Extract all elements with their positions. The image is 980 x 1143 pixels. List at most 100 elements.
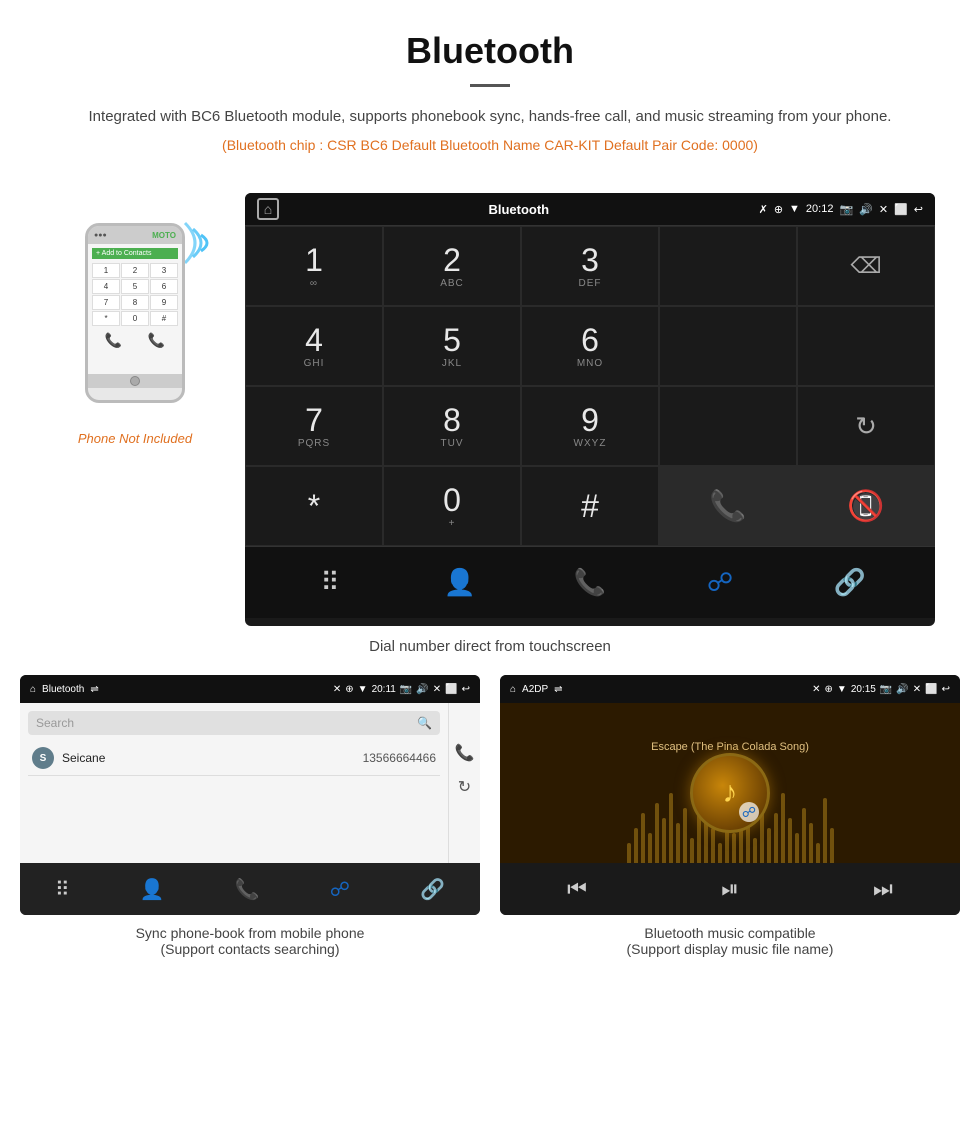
page-title: Bluetooth [60,30,920,72]
pb-usb-icon: ⇌ [90,684,98,695]
dial-key-0[interactable]: 0 + [383,466,521,546]
music-content: Escape (The Pina Colada Song) ♪ ☍ [500,703,960,863]
dial-key-empty-2 [659,306,797,386]
dial-key-2[interactable]: 2 ABC [383,226,521,306]
dial-key-3[interactable]: 3 DEF [521,226,659,306]
pb-dialpad-icon[interactable]: ⠿ [55,877,70,902]
dial-key-9[interactable]: 9 WXYZ [521,386,659,466]
bluetooth-icon[interactable]: ☍ [695,558,745,608]
bluetooth-badge-icon: ☍ [739,802,759,822]
dial-key-1[interactable]: 1 ∞ [245,226,383,306]
song-title: Escape (The Pina Colada Song) [651,741,809,753]
phone-top-bar: ●●● MOTO [88,226,182,244]
phone-key: 7 [92,295,120,310]
phone-key: * [92,311,120,326]
phonebook-panel: ⌂ Bluetooth ⇌ ✕ ⊕ ▼ 20:11 📷 🔊 ✕ ⬜ ↩ [20,675,480,957]
dial-key-empty-3 [797,306,935,386]
redial-button[interactable]: ↻ [797,386,935,466]
phone-key: 2 [121,263,149,278]
pb-search-bar[interactable]: Search 🔍 [28,711,440,735]
backspace-button[interactable]: ⌫ [797,226,935,306]
music-panel: ⌂ A2DP ⇌ ✕ ⊕ ▼ 20:15 📷 🔊 ✕ ⬜ ↩ [500,675,960,957]
link-icon[interactable]: 🔗 [825,558,875,608]
contact-row[interactable]: S Seicane 13566664466 [28,741,440,776]
status-bar: Bluetooth ✗ ⊕ ▼ 20:12 📷 🔊 ✕ ⬜ ↩ [245,193,935,225]
dial-screen: Bluetooth ✗ ⊕ ▼ 20:12 📷 🔊 ✕ ⬜ ↩ 1 ∞ 2 [245,193,935,626]
phone-key: 8 [121,295,149,310]
back-icon[interactable]: ↩ [914,203,923,216]
pb-phone-icon[interactable]: 📞 [235,877,260,902]
phone-body: ●●● MOTO + Add to Contacts 1 2 3 4 5 6 7 [85,223,185,403]
phone-icon[interactable]: 📞 [565,558,615,608]
next-track-button[interactable]: ⏭ [873,876,893,902]
pb-contacts-icon[interactable]: 👤 [140,877,165,902]
pb-loc-icon: ⊕ [345,684,353,695]
phonebook-caption: Sync phone-book from mobile phone (Suppo… [136,925,365,957]
call-red-icon: 📵 [847,489,884,524]
phone-not-included-label: Phone Not Included [78,431,192,446]
music-status-bar: ⌂ A2DP ⇌ ✕ ⊕ ▼ 20:15 📷 🔊 ✕ ⬜ ↩ [500,675,960,703]
pb-search-placeholder: Search [36,716,74,730]
pb-link-icon[interactable]: 🔗 [420,877,445,902]
backspace-icon: ⌫ [850,253,881,279]
pb-win-icon: ⬜ [445,684,457,695]
phone-bottom [88,374,182,388]
music-note-icon: ♪ [723,776,738,810]
pb-signal-icon: ▼ [358,684,368,695]
music-close-icon: ✕ [913,684,921,695]
play-pause-button[interactable]: ⏯ [721,876,739,902]
time-display: 20:12 [806,203,834,215]
contact-name: Seicane [62,751,355,765]
phone-wrapper: ●●● MOTO + Add to Contacts 1 2 3 4 5 6 7 [75,223,195,423]
camera-icon[interactable]: 📷 [839,203,853,216]
end-call-button[interactable]: 📵 [797,466,935,546]
contact-number: 13566664466 [363,751,436,765]
dial-key-hash[interactable]: # [521,466,659,546]
music-bt-icon: ✕ [812,684,820,695]
close-icon[interactable]: ✕ [879,203,888,216]
app-name-label: Bluetooth [488,202,549,217]
pb-side-call-icon[interactable]: 📞 [455,743,475,763]
music-time: 20:15 [851,684,876,695]
music-cam-icon: 📷 [880,684,892,695]
music-loc-icon: ⊕ [825,684,833,695]
home-icon[interactable] [257,198,279,220]
search-icon: 🔍 [417,716,432,730]
pb-bt-toolbar-icon[interactable]: ☍ [330,877,350,902]
pb-side-reload-icon[interactable]: ↻ [458,777,471,797]
dial-caption: Dial number direct from touchscreen [0,638,980,655]
dial-key-empty-4 [659,386,797,466]
dial-key-7[interactable]: 7 PQRS [245,386,383,466]
prev-track-button[interactable]: ⏮ [567,876,587,902]
phonebook-content: Search 🔍 S Seicane 13566664466 [20,703,448,863]
pb-bt-icon: ✕ [333,684,341,695]
music-usb-icon: ⇌ [554,684,562,695]
dial-key-star[interactable]: * [245,466,383,546]
volume-icon[interactable]: 🔊 [859,203,873,216]
phone-key: 0 [121,311,149,326]
music-app-name: A2DP [522,684,548,695]
dial-key-8[interactable]: 8 TUV [383,386,521,466]
window-icon[interactable]: ⬜ [894,203,908,216]
contacts-icon[interactable]: 👤 [435,558,485,608]
dial-key-5[interactable]: 5 JKL [383,306,521,386]
music-screen: ⌂ A2DP ⇌ ✕ ⊕ ▼ 20:15 📷 🔊 ✕ ⬜ ↩ [500,675,960,915]
dialpad-icon[interactable]: ⠿ [305,558,355,608]
phone-key: 9 [150,295,178,310]
phone-screen-header: + Add to Contacts [92,248,178,259]
middle-section: ●●● MOTO + Add to Contacts 1 2 3 4 5 6 7 [0,183,980,626]
dial-key-4[interactable]: 4 GHI [245,306,383,386]
bluetooth-specs: (Bluetooth chip : CSR BC6 Default Blueto… [60,137,920,153]
call-green-icon: 📞 [709,489,746,524]
phone-key: 5 [121,279,149,294]
music-win-icon: ⬜ [925,684,937,695]
pb-status-bar: ⌂ Bluetooth ⇌ ✕ ⊕ ▼ 20:11 📷 🔊 ✕ ⬜ ↩ [20,675,480,703]
dial-key-6[interactable]: 6 MNO [521,306,659,386]
page-description: Integrated with BC6 Bluetooth module, su… [60,105,920,129]
location-icon: ⊕ [774,203,783,216]
call-button[interactable]: 📞 [659,466,797,546]
dial-bottom-toolbar: ⠿ 👤 📞 ☍ 🔗 [245,546,935,618]
signal-icon: ▼ [789,203,800,215]
pb-toolbar: ⠿ 👤 📞 ☍ 🔗 [20,863,480,915]
phone-key: 6 [150,279,178,294]
